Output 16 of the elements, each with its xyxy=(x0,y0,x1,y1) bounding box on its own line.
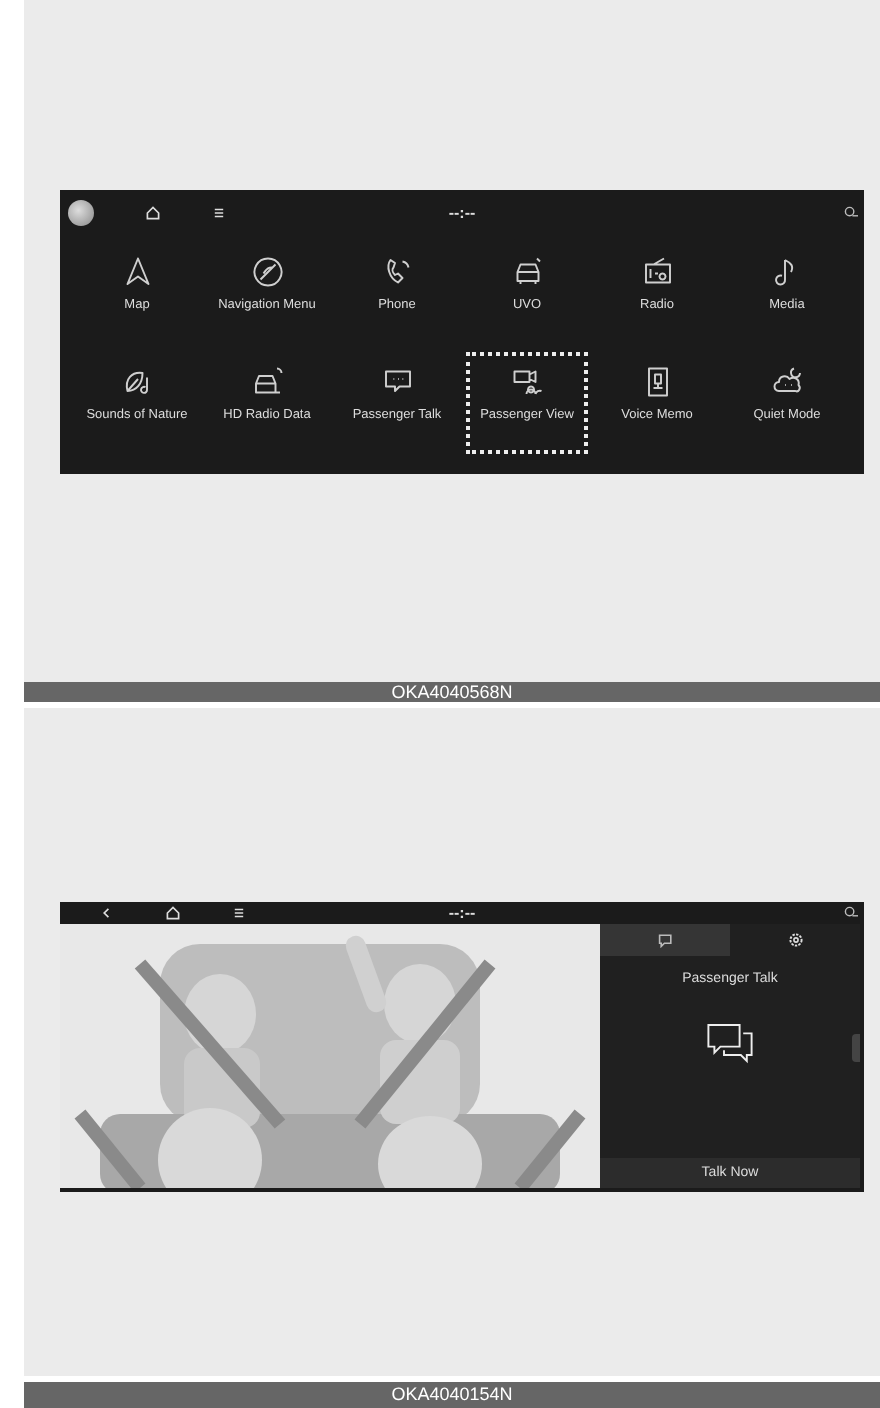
settings-icon xyxy=(787,931,803,948)
clock: --:-- xyxy=(448,903,476,922)
home-icon[interactable] xyxy=(146,205,160,219)
menu-icon[interactable] xyxy=(212,205,226,219)
panel-handle[interactable] xyxy=(852,1033,860,1062)
home-icon[interactable] xyxy=(166,905,180,920)
figure-code: OKA4040568N xyxy=(24,681,880,702)
camera-icon xyxy=(509,364,545,400)
compass-icon xyxy=(249,254,285,290)
profile-icon[interactable] xyxy=(68,199,94,225)
menu-icon[interactable] xyxy=(232,905,246,920)
back-icon[interactable] xyxy=(100,905,114,920)
clock: --:-- xyxy=(448,203,476,221)
chat-bubbles-icon xyxy=(706,1021,754,1064)
chat-icon xyxy=(657,931,673,948)
figure-code: OKA4040154N xyxy=(24,1382,880,1408)
